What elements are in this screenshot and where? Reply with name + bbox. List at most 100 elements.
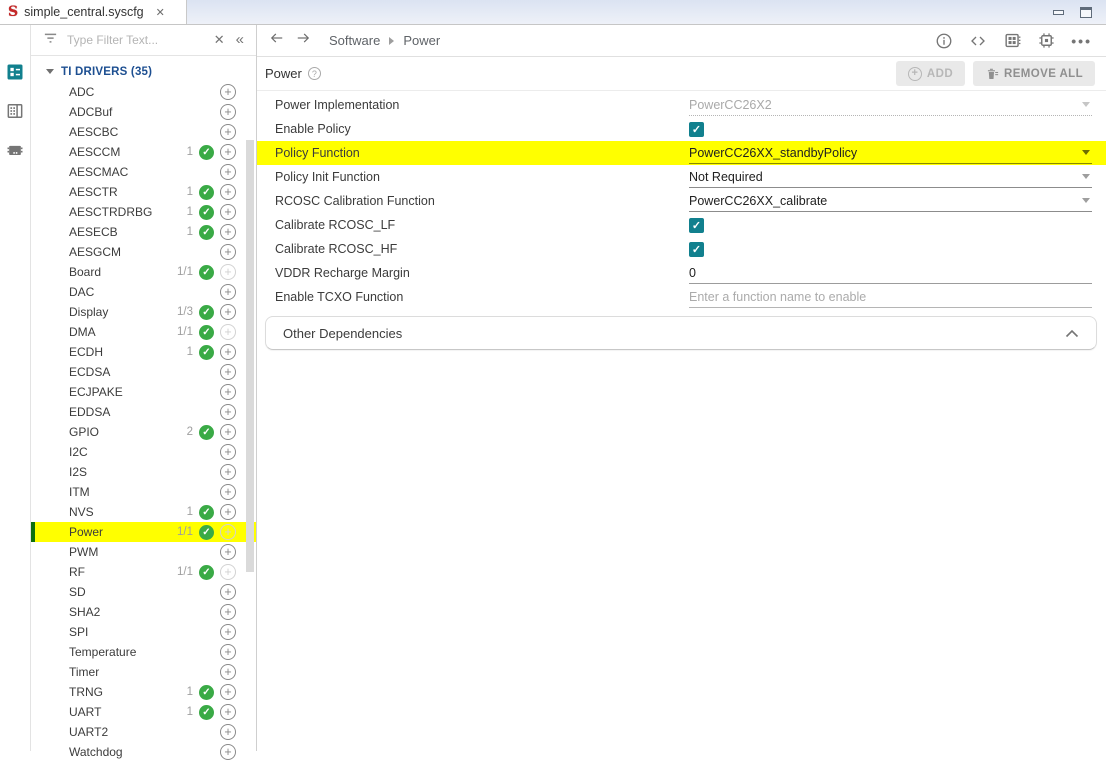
remove-all-button[interactable]: REMOVE ALL [973,61,1095,86]
filter-input[interactable]: Type Filter Text... [67,33,205,47]
add-button[interactable]: + ADD [896,61,965,86]
minimize-view-icon[interactable] [1053,10,1064,15]
back-icon[interactable] [269,31,285,50]
add-instance-icon[interactable]: + [220,144,236,160]
sidebar-item-adc[interactable]: ADC✓+ [31,82,256,102]
sidebar-item-timer[interactable]: Timer✓+ [31,662,256,682]
config-view-icon[interactable] [5,62,25,82]
add-instance-icon[interactable]: + [220,644,236,660]
sidebar-item-uart2[interactable]: UART2✓+ [31,722,256,742]
sidebar-item-aesctr[interactable]: AESCTR1✓+ [31,182,256,202]
chip-settings-icon[interactable] [1037,31,1056,50]
vddr-recharge-margin-input[interactable]: 0 [689,263,1092,284]
add-instance-icon[interactable]: + [220,704,236,720]
sidebar-item-aesctrdrbg[interactable]: AESCTRDRBG1✓+ [31,202,256,222]
add-instance-icon[interactable]: + [220,364,236,380]
forward-icon[interactable] [295,31,311,50]
sidebar-item-eddsa[interactable]: EDDSA✓+ [31,402,256,422]
add-instance-icon[interactable]: + [220,384,236,400]
drivers-group-header[interactable]: TI DRIVERS (35) [31,61,256,82]
sidebar-scrollbar[interactable] [246,140,254,572]
add-instance-icon[interactable]: + [220,664,236,680]
calibrate-rcosc-lf-checkbox[interactable]: ✓ [689,218,704,233]
device-view-icon[interactable] [5,101,25,121]
sidebar-item-i2c[interactable]: I2C✓+ [31,442,256,462]
add-instance-icon[interactable]: + [220,344,236,360]
sidebar-item-board[interactable]: Board1/1✓+ [31,262,256,282]
more-options-icon[interactable]: ••• [1071,33,1092,49]
help-icon[interactable]: ? [308,67,321,80]
sidebar-item-sha2[interactable]: SHA2✓+ [31,602,256,622]
sidebar-item-ecjpake[interactable]: ECJPAKE✓+ [31,382,256,402]
add-instance-icon[interactable]: + [220,284,236,300]
sidebar-item-temperature[interactable]: Temperature✓+ [31,642,256,662]
driver-label: EDDSA [69,405,110,419]
add-instance-icon[interactable]: + [220,164,236,180]
sidebar-item-aesecb[interactable]: AESECB1✓+ [31,222,256,242]
add-instance-icon[interactable]: + [220,584,236,600]
add-instance-icon[interactable]: + [220,724,236,740]
sidebar-item-ecdsa[interactable]: ECDSA✓+ [31,362,256,382]
collapse-sidebar-icon[interactable]: « [234,32,248,49]
maximize-view-icon[interactable] [1080,7,1092,18]
clear-filter-icon[interactable]: ✕ [214,32,225,48]
add-instance-icon[interactable]: + [220,124,236,140]
add-instance-icon[interactable]: + [220,424,236,440]
sidebar-item-i2s[interactable]: I2S✓+ [31,462,256,482]
add-instance-icon[interactable]: + [220,504,236,520]
sidebar-item-dma[interactable]: DMA1/1✓+ [31,322,256,342]
enable-policy-checkbox[interactable]: ✓ [689,122,704,137]
add-instance-icon[interactable]: + [220,244,236,260]
editor-tab[interactable]: S simple_central.syscfg ✕ [0,0,187,24]
add-instance-icon[interactable]: + [220,544,236,560]
chip-view-icon[interactable] [5,140,25,160]
sidebar-item-uart[interactable]: UART1✓+ [31,702,256,722]
info-icon[interactable] [935,32,953,50]
add-instance-icon[interactable]: + [220,604,236,620]
add-instance-icon[interactable]: + [220,404,236,420]
add-instance-icon[interactable]: + [220,684,236,700]
sidebar-item-sd[interactable]: SD✓+ [31,582,256,602]
add-instance-icon[interactable]: + [220,184,236,200]
calibrate-rcosc-hf-checkbox[interactable]: ✓ [689,242,704,257]
sidebar-item-rf[interactable]: RF1/1✓+ [31,562,256,582]
breadcrumb-software[interactable]: Software [329,33,380,48]
sidebar-item-aesccm[interactable]: AESCCM1✓+ [31,142,256,162]
add-instance-icon[interactable]: + [220,464,236,480]
policy-function-dropdown[interactable]: PowerCC26XX_standbyPolicy [689,143,1092,164]
code-icon[interactable] [968,33,988,49]
sidebar-item-spi[interactable]: SPI✓+ [31,622,256,642]
driver-label: Temperature [69,645,136,659]
add-instance-icon[interactable]: + [220,84,236,100]
config-label: Power Implementation [275,98,689,112]
add-instance-icon[interactable]: + [220,224,236,240]
sidebar-item-aesgcm[interactable]: AESGCM✓+ [31,242,256,262]
sidebar-item-adcbuf[interactable]: ADCBuf✓+ [31,102,256,122]
sidebar-item-dac[interactable]: DAC✓+ [31,282,256,302]
other-dependencies-card[interactable]: Other Dependencies [265,316,1097,350]
add-instance-icon[interactable]: + [220,204,236,220]
sidebar-item-ecdh[interactable]: ECDH1✓+ [31,342,256,362]
add-instance-icon[interactable]: + [220,104,236,120]
add-instance-icon[interactable]: + [220,304,236,320]
tab-close-icon[interactable]: ✕ [156,6,165,19]
policy-init-function-dropdown[interactable]: Not Required [689,167,1092,188]
add-instance-icon[interactable]: + [220,624,236,640]
driver-label: AESCMAC [69,165,128,179]
sidebar-item-nvs[interactable]: NVS1✓+ [31,502,256,522]
board-icon[interactable] [1003,31,1022,50]
sidebar-item-pwm[interactable]: PWM✓+ [31,542,256,562]
sidebar-item-aescmac[interactable]: AESCMAC✓+ [31,162,256,182]
add-instance-icon[interactable]: + [220,744,236,760]
sidebar-item-power[interactable]: Power1/1✓+ [31,522,256,542]
sidebar-item-display[interactable]: Display1/3✓+ [31,302,256,322]
sidebar-item-watchdog[interactable]: Watchdog✓+ [31,742,256,762]
add-instance-icon[interactable]: + [220,484,236,500]
enable-tcxo-function-input[interactable]: Enter a function name to enable [689,287,1092,308]
sidebar-item-gpio[interactable]: GPIO2✓+ [31,422,256,442]
add-instance-icon[interactable]: + [220,444,236,460]
rcosc-calibration-function-dropdown[interactable]: PowerCC26XX_calibrate [689,191,1092,212]
sidebar-item-aescbc[interactable]: AESCBC✓+ [31,122,256,142]
sidebar-item-itm[interactable]: ITM✓+ [31,482,256,502]
sidebar-item-trng[interactable]: TRNG1✓+ [31,682,256,702]
